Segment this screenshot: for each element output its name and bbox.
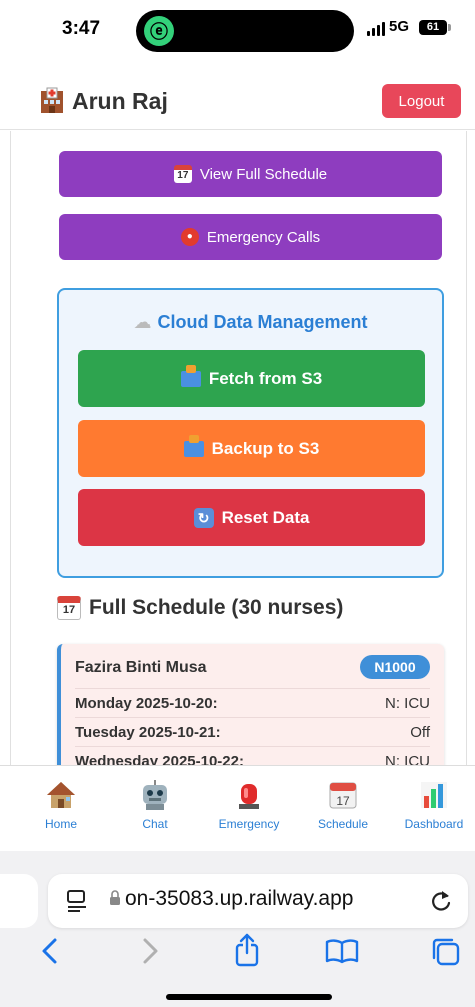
schedule-shift: N: ICU: [385, 753, 430, 765]
schedule-day: Tuesday 2025-10-21:: [75, 724, 221, 741]
robot-icon: [143, 780, 167, 810]
inbox-tray-icon: [180, 364, 201, 387]
fetch-from-s3-button[interactable]: Fetch from S3: [78, 350, 425, 407]
schedule-row: Monday 2025-10-20: N: ICU: [75, 688, 430, 716]
cloud-card-title: ☁ Cloud Data Management: [59, 312, 442, 333]
home-icon: [47, 782, 75, 808]
siren-icon: [239, 784, 259, 809]
full-schedule-heading: 17 Full Schedule (30 nurses): [57, 596, 343, 620]
schedule-day: Monday 2025-10-20:: [75, 695, 218, 712]
view-full-schedule-label: View Full Schedule: [199, 165, 328, 183]
logout-button[interactable]: Logout: [382, 84, 461, 118]
nurse-name: Fazira Binti Musa: [75, 659, 207, 676]
reset-data-button[interactable]: ↻ Reset Data: [78, 489, 425, 546]
dynamic-island: ⓔ: [136, 10, 354, 52]
tab-dashboard[interactable]: Dashboard: [389, 780, 475, 831]
tabs-icon[interactable]: [430, 936, 462, 968]
backup-label: Backup to S3: [211, 438, 320, 458]
previous-tab-card[interactable]: [0, 874, 38, 928]
browser-toolbar: on-35083.up.railway.app: [0, 851, 475, 1007]
schedule-shift: N: ICU: [385, 695, 430, 712]
schedule-day: Wednesday 2025-10-22:: [75, 753, 244, 765]
emergency-calls-button[interactable]: ● Emergency Calls: [59, 214, 442, 260]
tab-label: Home: [44, 817, 77, 831]
schedule-shift: Off: [410, 724, 430, 741]
tab-label: Schedule: [317, 817, 369, 831]
view-full-schedule-button[interactable]: 17 View Full Schedule: [59, 151, 442, 197]
home-indicator[interactable]: [166, 994, 332, 1000]
signal-icon: [367, 20, 385, 36]
back-icon[interactable]: [40, 937, 60, 965]
bookmarks-icon[interactable]: [325, 938, 359, 964]
bar-chart-icon: [421, 782, 447, 808]
calendar-icon: 17: [173, 165, 192, 183]
calendar-icon: 17: [329, 782, 357, 809]
battery-icon: 61: [419, 20, 451, 35]
nurse-id-badge: N1000: [360, 655, 430, 679]
nurse-schedule-card[interactable]: Fazira Binti Musa N1000 Monday 2025-10-2…: [57, 644, 444, 765]
backup-to-s3-button[interactable]: Backup to S3: [78, 420, 425, 477]
cloud-title-text: Cloud Data Management: [157, 312, 368, 332]
cloud-data-management-card: ☁ Cloud Data Management Fetch from S3 Bac…: [57, 288, 444, 578]
status-time: 3:47: [62, 18, 101, 39]
schedule-title-text: Full Schedule (30 nurses): [89, 596, 344, 619]
user-name: Arun Raj: [72, 88, 168, 114]
network-type: 5G: [389, 18, 410, 35]
bottom-tab-bar: Home Chat Emergency 17 Schedule Dashboar…: [0, 765, 475, 850]
schedule-row: Wednesday 2025-10-22: N: ICU: [75, 746, 430, 765]
siren-icon: ●: [180, 228, 199, 246]
url-text: on-35083.up.railway.app: [125, 887, 354, 910]
reader-icon[interactable]: [66, 889, 88, 913]
tab-home[interactable]: Home: [16, 780, 106, 831]
main-content[interactable]: 17 View Full Schedule ● Emergency Calls …: [10, 131, 467, 765]
status-bar: 3:47 ⓔ 5G 61: [0, 0, 475, 62]
tab-label: Chat: [142, 817, 168, 831]
tab-label: Dashboard: [404, 817, 464, 831]
lock-icon: [110, 890, 120, 905]
refresh-icon: ↻: [193, 507, 214, 528]
activity-icon: ⓔ: [144, 16, 174, 46]
tab-chat[interactable]: Chat: [110, 780, 200, 831]
forward-icon[interactable]: [140, 937, 160, 965]
phone-screen: 3:47 ⓔ 5G 61 Arun Raj Logout 17 View Ful…: [0, 0, 475, 1007]
tab-emergency[interactable]: Emergency: [204, 780, 294, 831]
outbox-tray-icon: [183, 434, 204, 457]
address-bar[interactable]: on-35083.up.railway.app: [48, 874, 468, 928]
emergency-calls-label: Emergency Calls: [206, 228, 321, 246]
calendar-icon: 17: [57, 596, 81, 620]
tab-schedule[interactable]: 17 Schedule: [298, 780, 388, 831]
hospital-icon: [41, 87, 63, 113]
cloud-icon: ☁: [133, 312, 152, 332]
reload-icon[interactable]: [429, 888, 453, 914]
fetch-label: Fetch from S3: [208, 368, 323, 388]
schedule-row: Tuesday 2025-10-21: Off: [75, 717, 430, 745]
tab-label: Emergency: [218, 817, 280, 831]
reset-label: Reset Data: [221, 507, 310, 527]
share-icon[interactable]: [234, 933, 260, 967]
app-header: Arun Raj Logout: [0, 78, 475, 130]
svg-text:17: 17: [336, 794, 350, 808]
